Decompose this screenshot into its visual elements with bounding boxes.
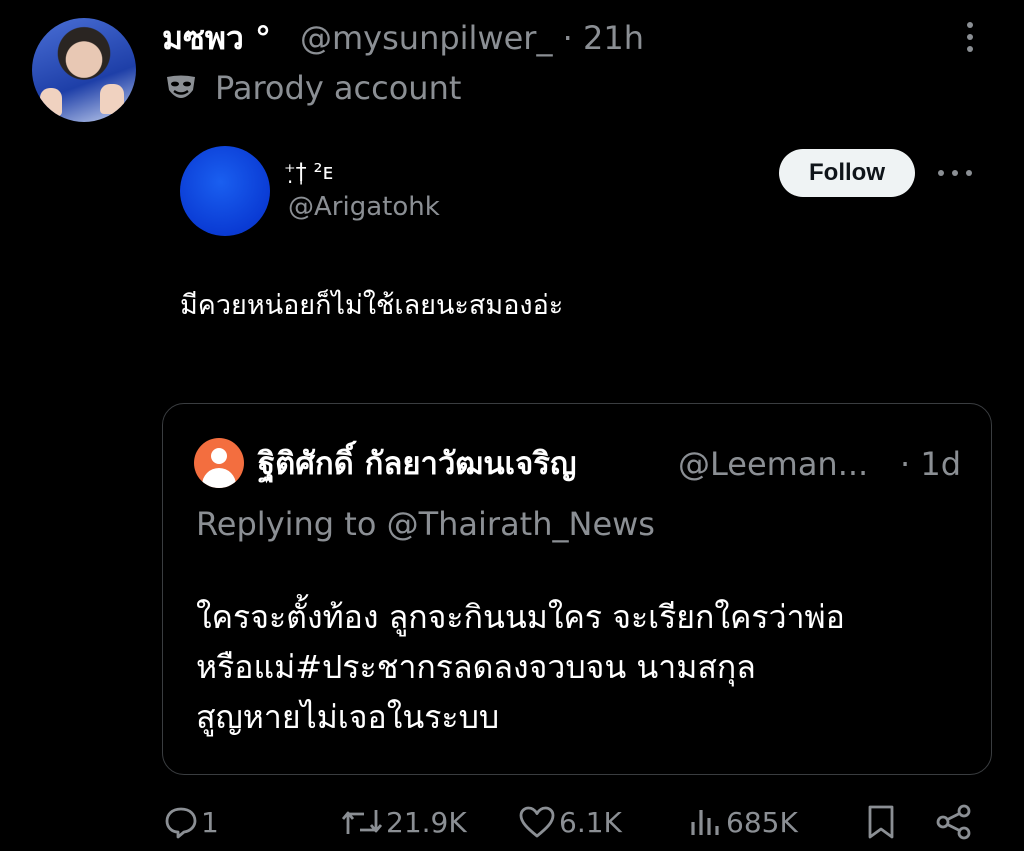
embedded-display-name[interactable]: ⁺̣†̩ ²ᴇ — [284, 158, 333, 188]
more-vertical-icon[interactable] — [958, 22, 982, 56]
author-display-name[interactable]: มซพว ° — [162, 18, 271, 58]
bookmark-button[interactable] — [864, 800, 898, 844]
quoted-display-name: ฐิติศักดิ์ กัลยาวัฒนเจริญ — [258, 446, 577, 482]
share-icon — [934, 803, 974, 841]
like-button[interactable]: 6.1K — [517, 800, 622, 844]
replying-to-label: Replying to @Thairath_News — [196, 505, 655, 543]
views-count: 685K — [726, 805, 798, 839]
repost-icon — [340, 804, 384, 840]
author-handle-time[interactable]: @mysunpilwer_ · 21h — [300, 18, 644, 58]
like-count: 6.1K — [559, 805, 622, 839]
quoted-body-line: หรือแม่#ประชากรลดลงจวบจน นามสกุล — [196, 648, 756, 686]
author-avatar[interactable] — [32, 18, 136, 122]
more-horizontal-icon[interactable] — [938, 170, 972, 178]
quoted-timestamp: · 1d — [900, 445, 962, 483]
share-button[interactable] — [934, 800, 974, 844]
quoted-body-line: สูญหายไม่เจอในระบบ — [196, 698, 500, 736]
quoted-avatar-icon[interactable] — [194, 438, 244, 488]
reply-count: 1 — [201, 805, 219, 839]
bookmark-icon — [864, 803, 898, 841]
quoted-handle: @Leeman... — [678, 445, 869, 483]
repost-button[interactable]: 21.9K — [340, 800, 467, 844]
reply-icon — [163, 804, 199, 840]
post-text: มีควยหน่อยก็ไม่ใช้เลยนะสมองอ่ะ — [180, 290, 564, 321]
quoted-body-line: ใครจะตั้งท้อง ลูกจะกินนมใคร จะเรียกใครว่… — [196, 598, 845, 636]
follow-button[interactable]: Follow — [779, 149, 915, 197]
reply-button[interactable]: 1 — [163, 800, 219, 844]
quoted-body: ใครจะตั้งท้อง ลูกจะกินนมใคร จะเรียกใครว่… — [196, 592, 966, 742]
like-icon — [517, 804, 557, 840]
views-button[interactable]: 685K — [688, 800, 798, 844]
embedded-handle[interactable]: @Arigatohk — [288, 190, 440, 224]
views-icon — [688, 804, 724, 840]
theater-mask-icon — [164, 74, 198, 104]
parody-account-label: Parody account — [215, 69, 462, 107]
embedded-avatar[interactable] — [180, 146, 270, 236]
repost-count: 21.9K — [386, 805, 467, 839]
